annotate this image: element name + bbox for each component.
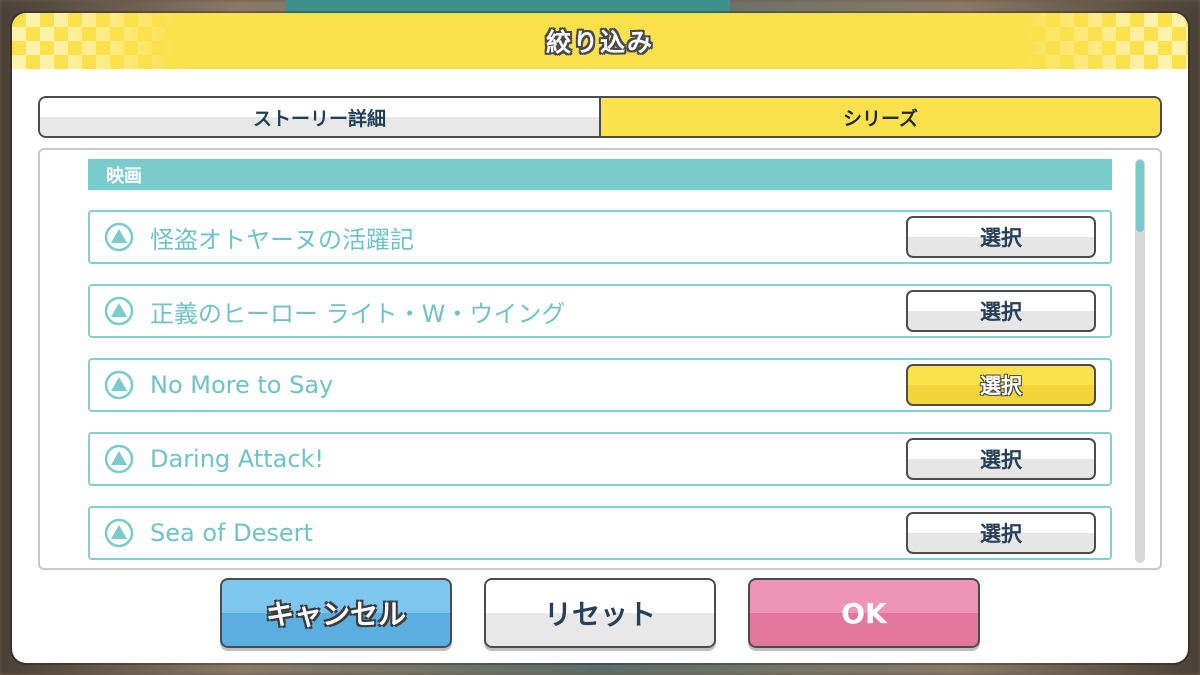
list-item-label: 怪盗オトヤーヌの活躍記 [150,225,414,254]
background-strip [285,0,730,14]
series-list[interactable]: 映画 怪盗オトヤーヌの活躍記 選択 正義のヒーロー ライト・W・ウイング 選択 … [38,148,1162,570]
list-item-label: Daring Attack! [150,445,325,473]
cancel-button[interactable]: キャンセル [220,578,452,648]
triangle-up-icon[interactable] [104,444,134,474]
list-item: No More to Say 選択 [88,358,1112,412]
reset-button[interactable]: リセット [484,578,716,648]
triangle-up-icon[interactable] [104,222,134,252]
triangle-up-icon[interactable] [104,370,134,400]
header-pattern-right [1018,13,1188,69]
tab-bar: ストーリー詳細 シリーズ [38,96,1162,138]
select-button[interactable]: 選択 [906,438,1096,480]
select-button-selected[interactable]: 選択 [906,364,1096,406]
header-pattern-left [12,13,182,69]
select-button[interactable]: 選択 [906,512,1096,554]
section-header-movies: 映画 [88,159,1112,190]
list-item-label: No More to Say [150,371,334,399]
list-item-label: 正義のヒーロー ライト・W・ウイング [150,299,566,328]
select-button[interactable]: 選択 [906,290,1096,332]
dialog-header: 絞り込み [12,13,1188,69]
filter-dialog: 絞り込み ストーリー詳細 シリーズ 映画 怪盗オトヤーヌの活躍記 選択 正義のヒ… [12,13,1188,663]
list-item: 怪盗オトヤーヌの活躍記 選択 [88,210,1112,264]
list-item-label: Sea of Desert [150,519,313,547]
list-item: Daring Attack! 選択 [88,432,1112,486]
scrollbar[interactable] [1135,159,1145,563]
triangle-up-icon[interactable] [104,518,134,548]
list-item: 正義のヒーロー ライト・W・ウイング 選択 [88,284,1112,338]
ok-button[interactable]: OK [748,578,980,648]
scrollbar-thumb[interactable] [1136,160,1144,232]
list-item: Sea of Desert 選択 [88,506,1112,560]
tab-story-details[interactable]: ストーリー詳細 [40,98,599,136]
triangle-up-icon[interactable] [104,296,134,326]
select-button[interactable]: 選択 [906,216,1096,258]
dialog-title: 絞り込み [545,28,654,57]
tab-series[interactable]: シリーズ [599,98,1160,136]
